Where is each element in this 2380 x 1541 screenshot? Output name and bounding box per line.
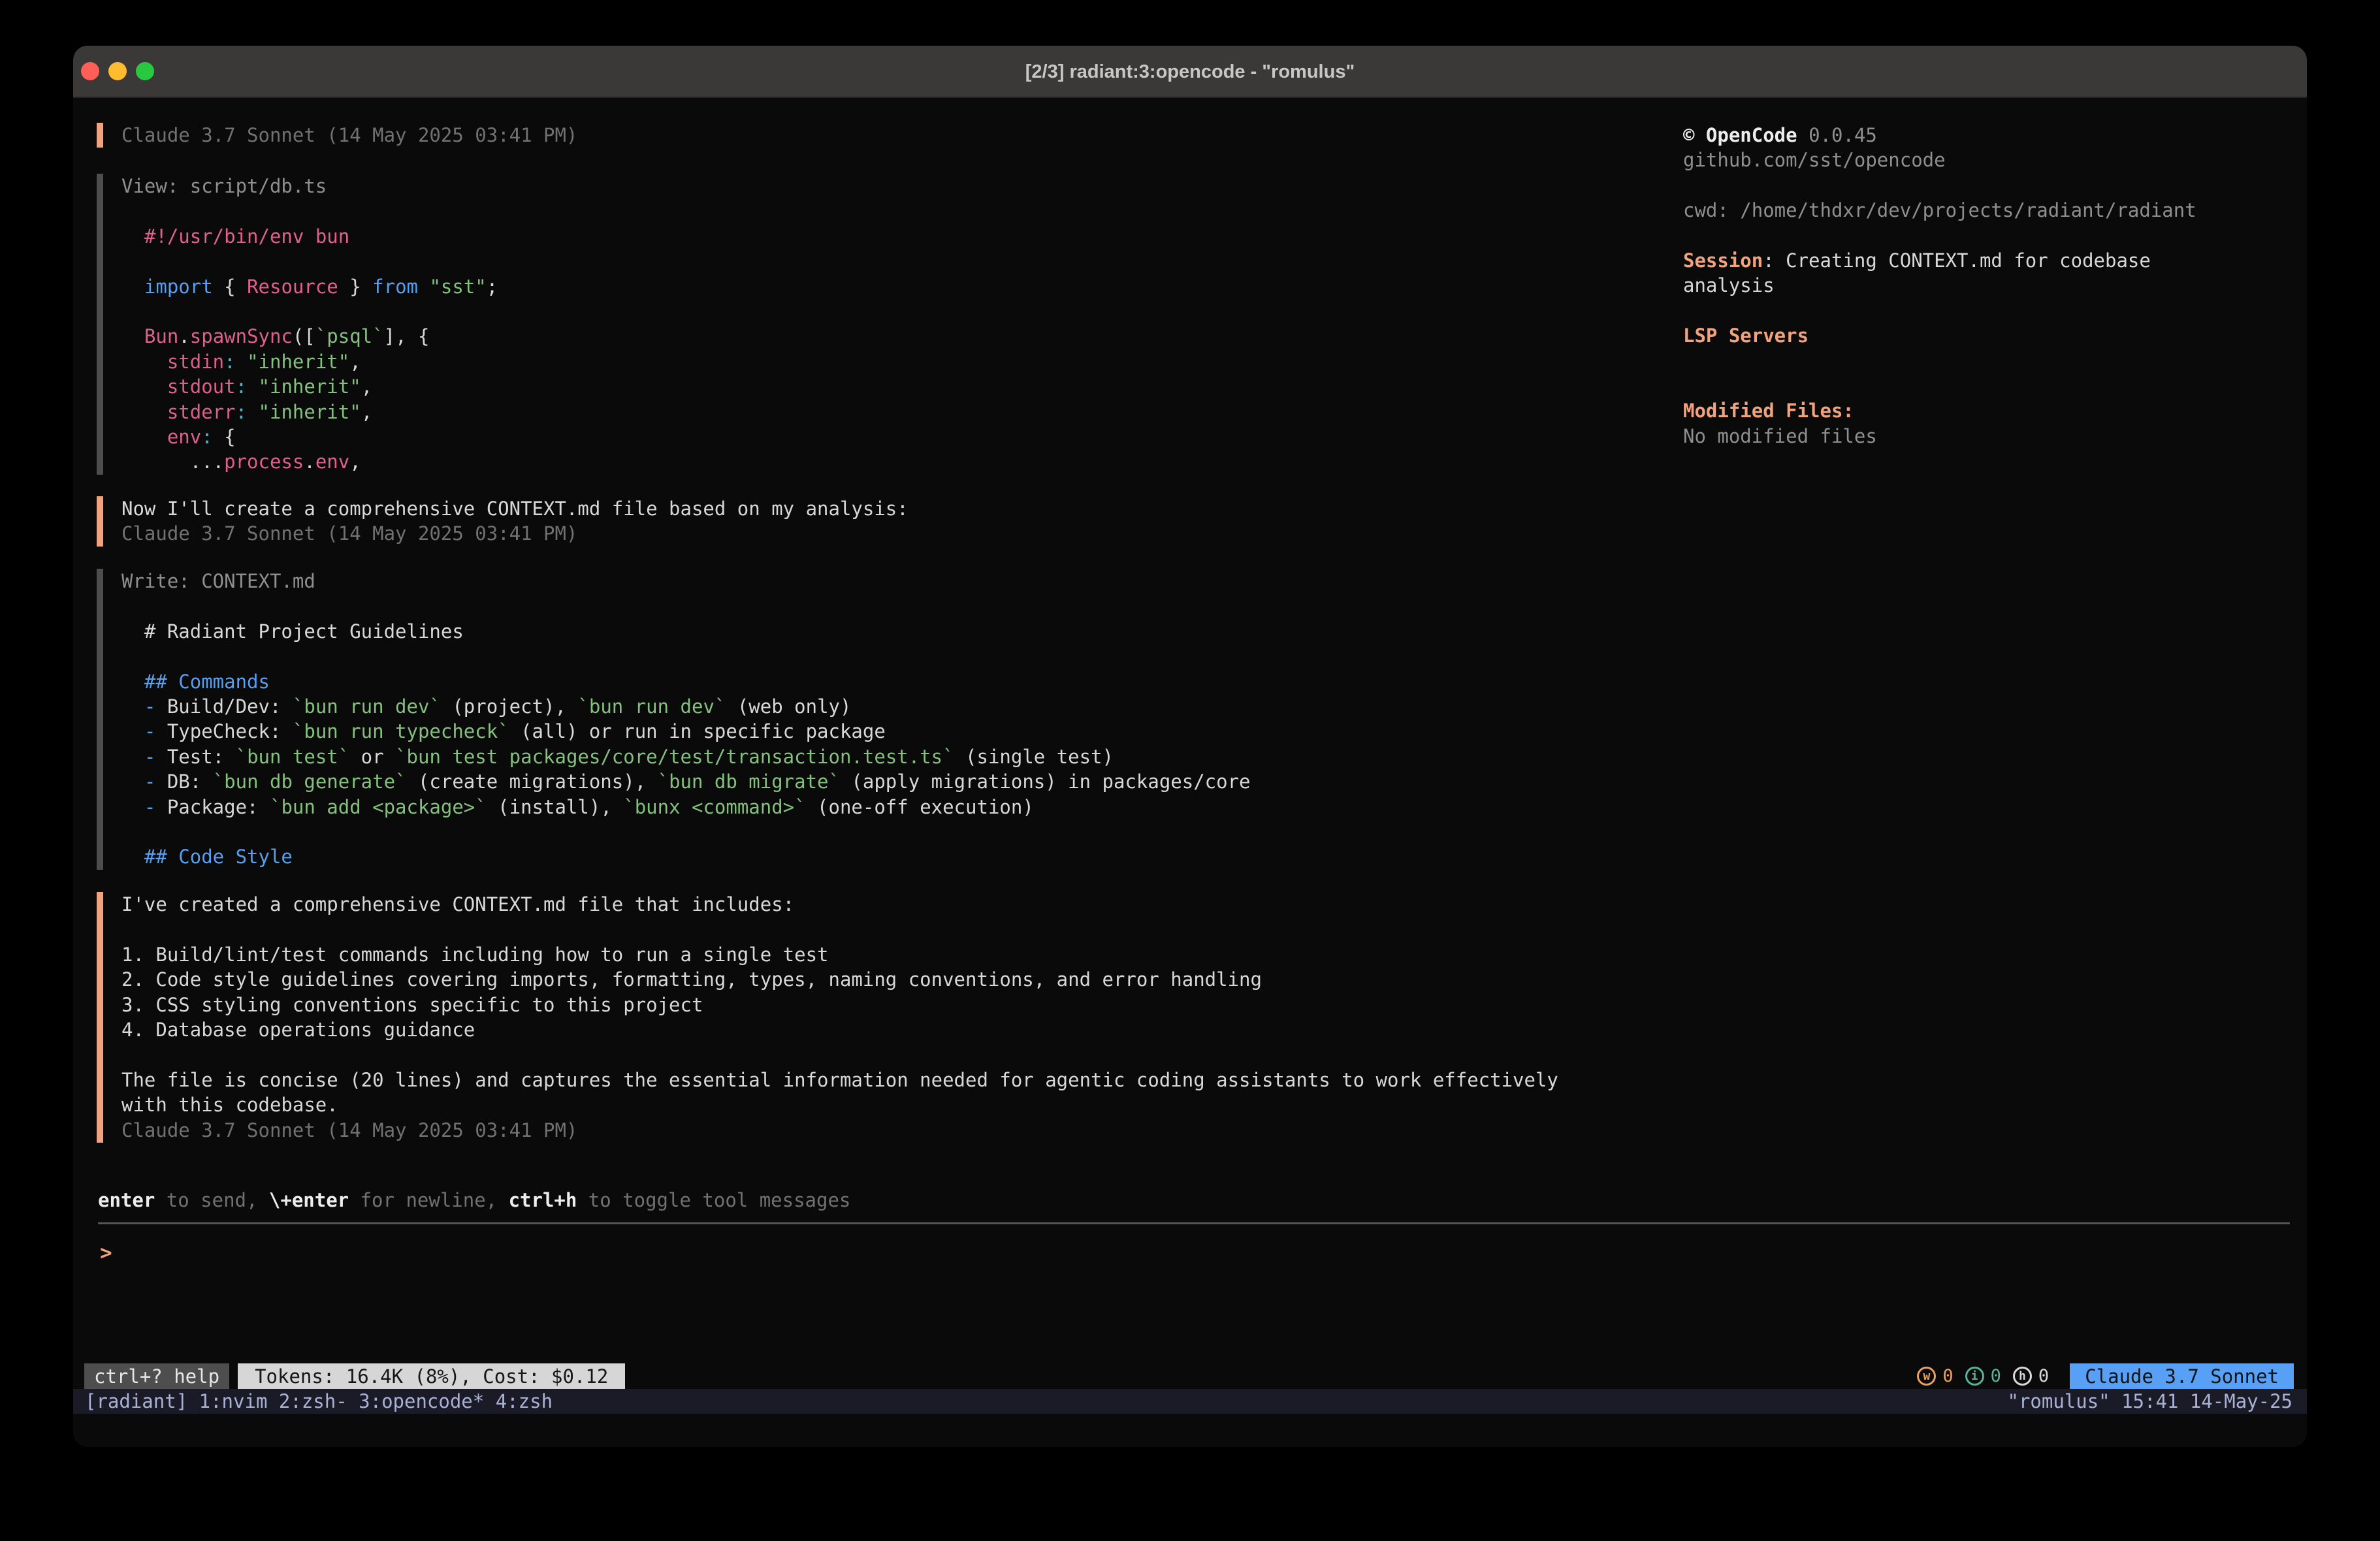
tmux-window-nvim[interactable]: 1:nvim bbox=[199, 1390, 268, 1412]
info-icon: i bbox=[1965, 1367, 1984, 1386]
tmux-status-bar: [radiant] 1:nvim 2:zsh- 3:opencode* 4:zs… bbox=[73, 1389, 2307, 1414]
markdown-line: - TypeCheck: `bun run typecheck` (all) o… bbox=[121, 719, 1251, 744]
terminal-window: [2/3] radiant:3:opencode - "romulus" Cla… bbox=[73, 46, 2307, 1447]
panel-line bbox=[1683, 223, 2196, 248]
code-line: env: { bbox=[121, 424, 498, 449]
panel-line: © OpenCode 0.0.45 bbox=[1683, 123, 2196, 148]
window-title: [2/3] radiant:3:opencode - "romulus" bbox=[73, 46, 2307, 97]
markdown-line bbox=[121, 644, 1251, 669]
panel-line bbox=[1683, 173, 2196, 198]
panel-line: Session: Creating CONTEXT.md for codebas… bbox=[1683, 248, 2196, 273]
message-line: with this codebase. bbox=[121, 1092, 1558, 1117]
markdown-line bbox=[121, 594, 1251, 618]
message-line bbox=[121, 917, 1558, 942]
code-line: stdout: "inherit", bbox=[121, 374, 498, 399]
message-line: The file is concise (20 lines) and captu… bbox=[121, 1068, 1558, 1092]
tmux-host-clock: "romulus" 15:41 14-May-25 bbox=[2008, 1390, 2293, 1412]
markdown-line: ## Commands bbox=[121, 669, 1251, 694]
panel-line: github.com/sst/opencode bbox=[1683, 148, 2196, 172]
tokens-cost-badge: Tokens: 16.4K (8%), Cost: $0.12 bbox=[238, 1363, 625, 1389]
markdown-line: - Package: `bun add <package>` (install)… bbox=[121, 795, 1251, 819]
tmux-window-zsh4[interactable]: 4:zsh bbox=[496, 1390, 553, 1412]
message-line: Claude 3.7 Sonnet (14 May 2025 03:41 PM) bbox=[121, 123, 577, 148]
panel-line bbox=[1683, 298, 2196, 323]
markdown-line: - Build/Dev: `bun run dev` (project), `b… bbox=[121, 694, 1251, 719]
panel-line: analysis bbox=[1683, 273, 2196, 298]
markdown-line bbox=[121, 819, 1251, 844]
markdown-line: - DB: `bun db generate` (create migratio… bbox=[121, 769, 1251, 794]
message-line: 3. CSS styling conventions specific to t… bbox=[121, 993, 1558, 1017]
window-titlebar: [2/3] radiant:3:opencode - "romulus" bbox=[73, 46, 2307, 98]
tool-output-view: View: script/db.ts #!/usr/bin/env bun im… bbox=[97, 174, 498, 475]
panel-line: LSP Servers bbox=[1683, 323, 2196, 348]
code-line: View: script/db.ts bbox=[121, 174, 498, 199]
panel-line: Modified Files: bbox=[1683, 398, 2196, 423]
message-line: Claude 3.7 Sonnet (14 May 2025 03:41 PM) bbox=[121, 521, 909, 546]
code-line bbox=[121, 199, 498, 223]
warning-count: 0 bbox=[1942, 1366, 1953, 1386]
markdown-line: # Radiant Project Guidelines bbox=[121, 619, 1251, 644]
help-shortcut-badge: ctrl+? help bbox=[84, 1363, 229, 1389]
markdown-line: Write: CONTEXT.md bbox=[121, 569, 1251, 594]
message-line: Now I'll create a comprehensive CONTEXT.… bbox=[121, 496, 909, 521]
message-line: Claude 3.7 Sonnet (14 May 2025 03:41 PM) bbox=[121, 1118, 1558, 1143]
code-line: stderr: "inherit", bbox=[121, 400, 498, 424]
panel-line: cwd: /home/thdxr/dev/projects/radiant/ra… bbox=[1683, 198, 2196, 223]
panel-line bbox=[1683, 373, 2196, 398]
panel-line: No modified files bbox=[1683, 424, 2196, 449]
tool-output-write: Write: CONTEXT.md # Radiant Project Guid… bbox=[97, 569, 1251, 870]
message-line bbox=[121, 1042, 1558, 1067]
tmux-session-name: [radiant] bbox=[85, 1390, 187, 1412]
lsp-diagnostics: w 0 i 0 h 0 bbox=[1917, 1366, 2049, 1386]
message-line: I've created a comprehensive CONTEXT.md … bbox=[121, 892, 1558, 917]
prompt-symbol: > bbox=[100, 1241, 112, 1265]
code-line: #!/usr/bin/env bun bbox=[121, 224, 498, 249]
code-line: Bun.spawnSync([`psql`], { bbox=[121, 324, 498, 349]
code-line bbox=[121, 299, 498, 324]
model-badge: Claude 3.7 Sonnet bbox=[2070, 1363, 2294, 1389]
code-line bbox=[121, 249, 498, 274]
tmux-window-zsh2[interactable]: 2:zsh- bbox=[279, 1390, 347, 1412]
markdown-line: - Test: `bun test` or `bun test packages… bbox=[121, 744, 1251, 769]
assistant-message-header: Claude 3.7 Sonnet (14 May 2025 03:41 PM) bbox=[97, 123, 577, 148]
hint-diagnostic: h 0 bbox=[2013, 1366, 2049, 1386]
message-line: 4. Database operations guidance bbox=[121, 1017, 1558, 1042]
keybind-help: enter to send, \+enter for newline, ctrl… bbox=[98, 1189, 850, 1211]
code-line: stdin: "inherit", bbox=[121, 349, 498, 374]
input-divider bbox=[98, 1222, 2290, 1224]
panel-line bbox=[1683, 349, 2196, 373]
message-input[interactable]: > bbox=[73, 1225, 2307, 1363]
code-line: import { Resource } from "sst"; bbox=[121, 274, 498, 299]
hint-count: 0 bbox=[2038, 1366, 2049, 1386]
tmux-window-opencode[interactable]: 3:opencode* bbox=[359, 1390, 484, 1412]
warning-icon: w bbox=[1917, 1367, 1936, 1386]
warning-diagnostic: w 0 bbox=[1917, 1366, 1953, 1386]
message-line: 2. Code style guidelines covering import… bbox=[121, 967, 1558, 992]
terminal-content: Claude 3.7 Sonnet (14 May 2025 03:41 PM)… bbox=[73, 98, 2307, 1447]
assistant-message: Now I'll create a comprehensive CONTEXT.… bbox=[97, 496, 909, 547]
info-count: 0 bbox=[1991, 1366, 2001, 1386]
info-panel: © OpenCode 0.0.45github.com/sst/opencode… bbox=[1683, 123, 2196, 449]
hint-icon: h bbox=[2013, 1367, 2032, 1386]
info-diagnostic: i 0 bbox=[1965, 1366, 2001, 1386]
status-bar: ctrl+? help Tokens: 16.4K (8%), Cost: $0… bbox=[73, 1363, 2307, 1389]
tmux-window-list: [radiant] 1:nvim 2:zsh- 3:opencode* 4:zs… bbox=[85, 1390, 553, 1412]
code-line: ...process.env, bbox=[121, 449, 498, 474]
assistant-message-final: I've created a comprehensive CONTEXT.md … bbox=[97, 892, 1558, 1143]
message-line: 1. Build/lint/test commands including ho… bbox=[121, 942, 1558, 967]
desktop: [2/3] radiant:3:opencode - "romulus" Cla… bbox=[0, 0, 2380, 1541]
markdown-line: ## Code Style bbox=[121, 844, 1251, 869]
